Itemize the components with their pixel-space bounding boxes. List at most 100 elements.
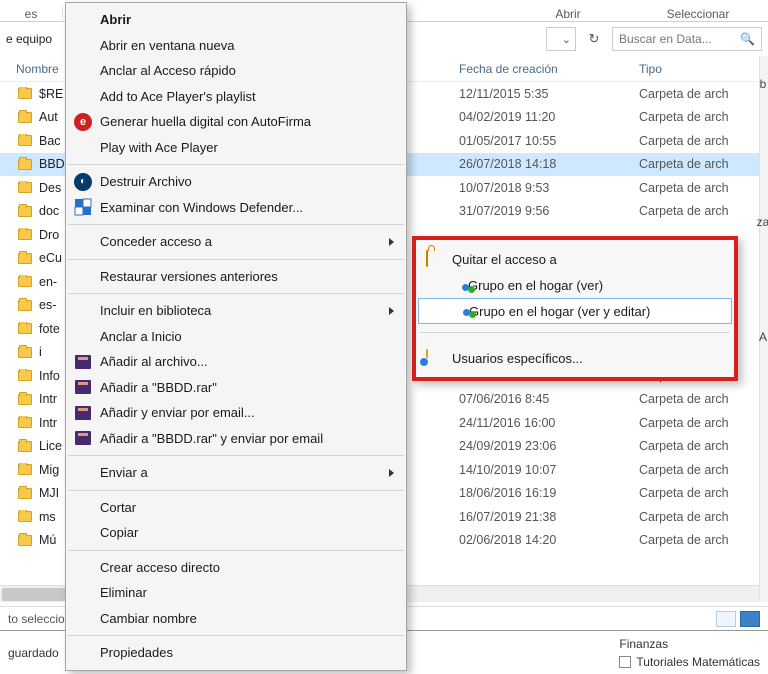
file-name: Aut xyxy=(39,110,58,124)
menu-item[interactable]: Restaurar versiones anteriores xyxy=(66,264,406,290)
folder-icon xyxy=(18,488,32,499)
folder-icon xyxy=(18,370,32,381)
menu-separator xyxy=(68,455,404,456)
lock-icon xyxy=(426,251,442,267)
menu-item-label: Conceder acceso a xyxy=(100,234,212,249)
menu-item[interactable]: Play with Ace Player xyxy=(66,135,406,161)
refresh-button[interactable]: ↻ xyxy=(582,27,606,51)
menu-separator xyxy=(68,224,404,225)
menu-item[interactable]: Incluir en biblioteca xyxy=(66,298,406,324)
file-type: Carpeta de arch xyxy=(635,486,768,500)
file-type: Carpeta de arch xyxy=(635,181,768,195)
file-name: Des xyxy=(39,181,61,195)
menu-item[interactable]: Abrir xyxy=(66,7,406,33)
menu-item[interactable]: Propiedades xyxy=(66,640,406,666)
status-text: to seleccio xyxy=(8,612,65,626)
menu-item[interactable]: Añadir a "BBDD.rar" y enviar por email xyxy=(66,426,406,452)
search-input[interactable]: Buscar en Data... 🔍 xyxy=(612,27,762,51)
column-header-type[interactable]: Tipo xyxy=(635,62,768,76)
menu-item[interactable]: eGenerar huella digital con AutoFirma xyxy=(66,109,406,135)
homegroup-icon xyxy=(462,282,478,298)
menu-item-label: Abrir xyxy=(100,12,131,27)
finanzas-item[interactable]: Finanzas xyxy=(619,637,760,651)
menu-item[interactable]: Abrir en ventana nueva xyxy=(66,33,406,59)
menu-item-label: Anclar al Acceso rápido xyxy=(100,63,236,78)
menu-item[interactable]: Conceder acceso a xyxy=(66,229,406,255)
menu-item-label: Abrir en ventana nueva xyxy=(100,38,234,53)
menu-item[interactable]: Cambiar nombre xyxy=(66,606,406,632)
ribbon-section-left: es xyxy=(0,7,63,21)
ribbon-section-abrir[interactable]: Abrir xyxy=(508,7,628,21)
file-name: BBD xyxy=(39,157,65,171)
submenu-arrow-icon xyxy=(389,307,394,315)
menu-separator xyxy=(68,164,404,165)
folder-icon xyxy=(18,159,32,170)
submenu-item[interactable]: Grupo en el hogar (ver) xyxy=(416,272,734,298)
menu-item[interactable]: Examinar con Windows Defender... xyxy=(66,195,406,221)
shield-icon xyxy=(74,198,92,216)
menu-item[interactable]: Añadir al archivo... xyxy=(66,349,406,375)
ribbon-section-seleccionar[interactable]: Seleccionar xyxy=(628,7,768,21)
menu-item[interactable]: Anclar al Acceso rápido xyxy=(66,58,406,84)
folder-icon xyxy=(18,253,32,264)
chevron-down-icon: ⌄ xyxy=(562,33,571,46)
menu-item[interactable]: ◐Destruir Archivo xyxy=(66,169,406,195)
file-name: Dro xyxy=(39,228,59,242)
address-dropdown[interactable]: ⌄ xyxy=(546,27,576,51)
file-date: 04/02/2019 11:20 xyxy=(455,110,635,124)
folder-icon xyxy=(18,394,32,405)
menu-separator xyxy=(68,490,404,491)
submenu-item-label: Usuarios específicos... xyxy=(452,351,583,366)
menu-item[interactable]: Add to Ace Player's playlist xyxy=(66,84,406,110)
file-date: 14/10/2019 10:07 xyxy=(455,463,635,477)
file-name: Intr xyxy=(39,392,57,406)
view-icons-button[interactable] xyxy=(740,611,760,627)
checkbox-icon[interactable] xyxy=(619,656,631,668)
winrar-icon xyxy=(74,404,92,422)
menu-item[interactable]: Enviar a xyxy=(66,460,406,486)
menu-item[interactable]: Cortar xyxy=(66,495,406,521)
refresh-icon: ↻ xyxy=(589,31,600,47)
menu-item[interactable]: Añadir y enviar por email... xyxy=(66,400,406,426)
menu-separator xyxy=(420,332,730,333)
menu-item[interactable]: Eliminar xyxy=(66,580,406,606)
menu-item[interactable]: Crear acceso directo xyxy=(66,555,406,581)
menu-item-label: Cortar xyxy=(100,500,136,515)
file-type: Carpeta de arch xyxy=(635,463,768,477)
share-submenu: Quitar el acceso aGrupo en el hogar (ver… xyxy=(412,236,738,381)
file-name: es- xyxy=(39,298,56,312)
menu-item[interactable]: Anclar a Inicio xyxy=(66,324,406,350)
menu-item-label: Eliminar xyxy=(100,585,147,600)
file-type: Carpeta de arch xyxy=(635,87,768,101)
winrar-icon xyxy=(74,378,92,396)
submenu-item[interactable]: Usuarios específicos... xyxy=(416,345,734,371)
folder-icon xyxy=(18,535,32,546)
folder-icon xyxy=(18,464,32,475)
menu-item-label: Destruir Archivo xyxy=(100,174,192,189)
guardado-label: guardado xyxy=(8,646,59,660)
menu-item-label: Play with Ace Player xyxy=(100,140,218,155)
file-date: 10/07/2018 9:53 xyxy=(455,181,635,195)
tutoriales-item[interactable]: Tutoriales Matemáticas xyxy=(619,655,760,669)
side-letter-fragments: bzaA xyxy=(758,72,768,371)
file-type: Carpeta de arch xyxy=(635,157,768,171)
folder-icon xyxy=(18,229,32,240)
folder-icon xyxy=(18,206,32,217)
folder-icon xyxy=(18,323,32,334)
menu-item[interactable]: Añadir a "BBDD.rar" xyxy=(66,375,406,401)
menu-item-label: Añadir a "BBDD.rar" xyxy=(100,380,217,395)
menu-item-label: Examinar con Windows Defender... xyxy=(100,200,303,215)
submenu-item[interactable]: Quitar el acceso a xyxy=(416,246,734,272)
folder-icon xyxy=(18,300,32,311)
file-date: 26/07/2018 14:18 xyxy=(455,157,635,171)
menu-item-label: Cambiar nombre xyxy=(100,611,197,626)
folder-icon xyxy=(18,276,32,287)
breadcrumb-fragment[interactable]: e equipo xyxy=(6,32,64,46)
view-details-button[interactable] xyxy=(716,611,736,627)
winrar-icon xyxy=(74,353,92,371)
column-header-date[interactable]: Fecha de creación xyxy=(455,62,635,76)
menu-item[interactable]: Copiar xyxy=(66,520,406,546)
file-name: Mig xyxy=(39,463,59,477)
autofirma-icon: e xyxy=(74,113,92,131)
submenu-item[interactable]: Grupo en el hogar (ver y editar) xyxy=(418,298,732,324)
